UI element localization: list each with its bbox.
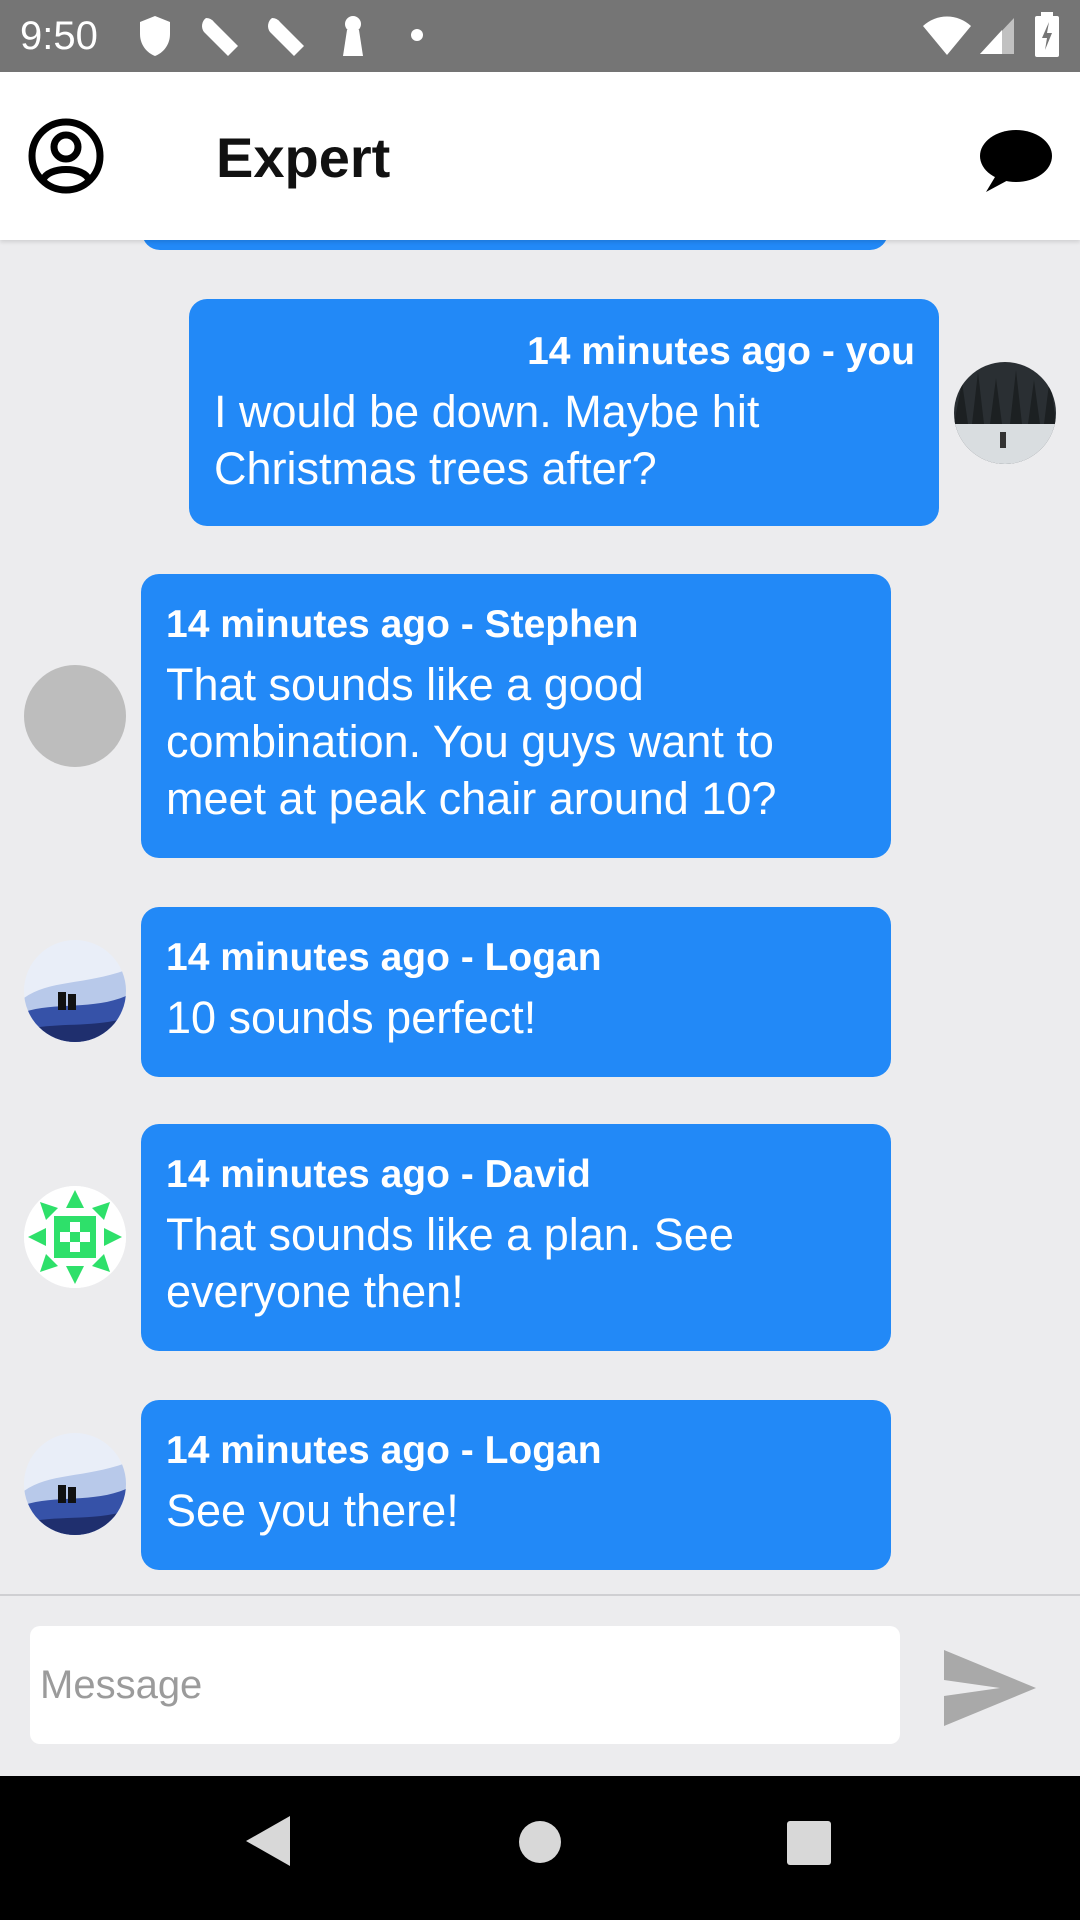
avatar-logan[interactable] xyxy=(24,940,126,1042)
avatar-you[interactable] xyxy=(954,362,1056,464)
message-text: 10 sounds perfect! xyxy=(166,992,537,1043)
message-bubble-stephen: 14 minutes ago - Stephen That sounds lik… xyxy=(141,574,891,858)
send-icon[interactable] xyxy=(940,1646,1040,1730)
status-time: 9:50 xyxy=(20,14,98,58)
home-icon[interactable] xyxy=(518,1820,562,1864)
recents-icon[interactable] xyxy=(786,1820,832,1866)
message-bubble-partial xyxy=(142,240,888,250)
message-meta: 14 minutes ago - you xyxy=(527,330,915,373)
message-bubble-logan: 14 minutes ago - Logan 10 sounds perfect… xyxy=(141,907,891,1077)
avatar-logan[interactable] xyxy=(24,1433,126,1535)
avatar-david[interactable] xyxy=(24,1186,126,1288)
app-bar: Expert xyxy=(0,72,1080,240)
message-composer xyxy=(0,1594,1080,1776)
message-bubble-david: 14 minutes ago - David That sounds like … xyxy=(141,1124,891,1351)
message-list[interactable]: 14 minutes ago - you I would be down. Ma… xyxy=(0,240,1080,1594)
message-meta: 14 minutes ago - Stephen xyxy=(166,603,639,646)
keyhole-icon xyxy=(343,16,363,56)
back-icon[interactable] xyxy=(244,1814,292,1868)
battery-charging-icon xyxy=(1035,12,1059,57)
account-circle-icon[interactable] xyxy=(28,118,104,194)
message-text: I would be down. Maybe hit Christmas tre… xyxy=(214,386,760,494)
message-bubble-you: 14 minutes ago - you I would be down. Ma… xyxy=(189,299,939,526)
message-input[interactable] xyxy=(30,1626,900,1744)
message-text: That sounds like a plan. See everyone th… xyxy=(166,1209,734,1317)
message-text: That sounds like a good combination. You… xyxy=(166,659,777,824)
chat-bubble-icon[interactable] xyxy=(976,126,1052,196)
wrench-icon xyxy=(268,18,304,56)
system-nav-bar xyxy=(0,1776,1080,1920)
avatar-stephen[interactable] xyxy=(24,665,126,767)
message-text: See you there! xyxy=(166,1485,459,1536)
dot-icon xyxy=(411,29,423,41)
message-meta: 14 minutes ago - Logan xyxy=(166,936,602,979)
wrench-icon xyxy=(202,18,238,56)
message-meta: 14 minutes ago - David xyxy=(166,1153,591,1196)
signal-icon xyxy=(980,18,1014,54)
page-title: Expert xyxy=(216,126,391,189)
status-bar: 9:50 xyxy=(0,0,1080,72)
message-meta: 14 minutes ago - Logan xyxy=(166,1429,602,1472)
wifi-icon xyxy=(923,16,971,55)
message-bubble-logan: 14 minutes ago - Logan See you there! xyxy=(141,1400,891,1570)
shield-icon xyxy=(140,16,170,56)
